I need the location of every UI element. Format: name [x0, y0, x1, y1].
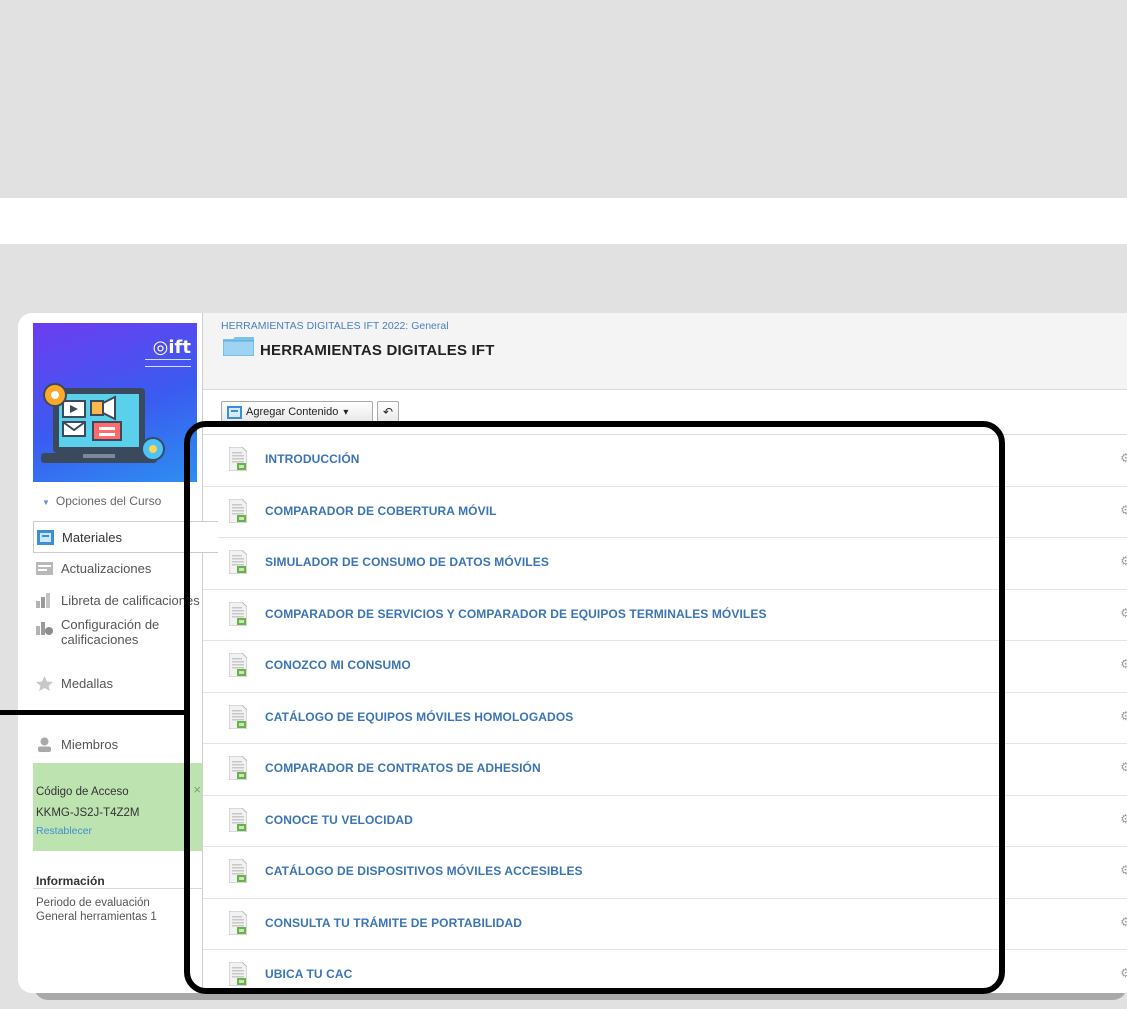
callout-highlight-frame — [184, 421, 1005, 994]
gear-icon[interactable]: ⚙▾ — [1120, 503, 1127, 517]
page-title: HERRAMIENTAS DIGITALES IFT — [260, 342, 495, 359]
add-content-button[interactable]: Agregar Contenido ▾ — [221, 401, 373, 423]
badges-icon — [36, 675, 53, 691]
course-sidebar: ◎ift ▼ Opciones del Curso Materiales Act… — [18, 313, 218, 993]
breadcrumb[interactable]: HERRAMIENTAS DIGITALES IFT 2022: General — [221, 320, 449, 332]
gear-icon[interactable]: ⚙▾ — [1120, 554, 1127, 568]
members-icon — [38, 737, 51, 752]
access-code-title: Código de Acceso — [36, 786, 129, 798]
nav-item-libreta[interactable]: Libreta de calificaciones — [33, 585, 202, 615]
gear-icon[interactable]: ⚙▾ — [1120, 812, 1127, 826]
nav-item-miembros[interactable]: Miembros — [33, 729, 202, 759]
nav-label: Miembros — [61, 736, 119, 752]
nav-item-actualizaciones[interactable]: Actualizaciones — [33, 553, 202, 583]
updates-icon — [36, 561, 53, 575]
page-header: HERRAMIENTAS DIGITALES IFT 2022: General… — [203, 313, 1127, 390]
info-line-1: Periodo de evaluación — [36, 897, 150, 909]
nav-label: Libreta de calificaciones — [61, 592, 200, 608]
access-code-panel: Código de Acceso × KKMG-JS2J-T4Z2M Resta… — [33, 763, 202, 851]
gradebook-icon — [36, 592, 50, 608]
reset-code-link[interactable]: Restablecer — [36, 825, 92, 837]
nav-item-medallas[interactable]: Medallas — [33, 668, 202, 698]
gear-icon[interactable]: ⚙▾ — [1120, 966, 1127, 980]
laptop-illustration — [41, 383, 165, 463]
info-divider — [33, 888, 202, 889]
grade-settings-icon — [36, 622, 53, 635]
callout-connector-line — [0, 710, 186, 715]
info-line-2: General herramientas 1 — [36, 911, 157, 923]
top-white-band — [0, 198, 1127, 244]
course-banner-image: ◎ift — [33, 323, 197, 482]
triangle-down-icon: ▼ — [42, 498, 50, 507]
gear-icon[interactable]: ⚙▾ — [1120, 709, 1127, 723]
folder-icon — [223, 337, 254, 356]
gear-icon[interactable]: ⚙▾ — [1120, 606, 1127, 620]
gear-icon[interactable]: ⚙▾ — [1120, 915, 1127, 929]
undo-icon: ↶ — [382, 405, 394, 419]
access-code-value: KKMG-JS2J-T4Z2M — [36, 807, 140, 819]
info-title: Información — [36, 874, 105, 888]
info-details: Periodo de evaluación General herramient… — [36, 896, 157, 924]
gear-icon[interactable]: ⚙▾ — [1120, 451, 1127, 465]
undo-button[interactable]: ↶ — [377, 401, 399, 423]
course-options-toggle[interactable]: ▼ Opciones del Curso — [42, 494, 161, 508]
nav-item-configuracion[interactable]: Configuración de calificaciones — [33, 617, 202, 657]
gear-icon[interactable]: ⚙▾ — [1120, 657, 1127, 671]
nav-label: Materiales — [62, 529, 122, 545]
add-content-icon — [227, 405, 242, 419]
nav-label: Medallas — [61, 675, 114, 691]
add-content-label: Agregar Contenido — [246, 406, 339, 418]
chevron-down-icon: ▾ — [343, 406, 349, 418]
gear-icon[interactable]: ⚙▾ — [1120, 760, 1127, 774]
gear-icon[interactable]: ⚙▾ — [1120, 863, 1127, 877]
materials-icon — [37, 529, 54, 545]
nav-label: Configuración de calificaciones — [61, 617, 160, 647]
nav-label: Actualizaciones — [61, 560, 152, 576]
